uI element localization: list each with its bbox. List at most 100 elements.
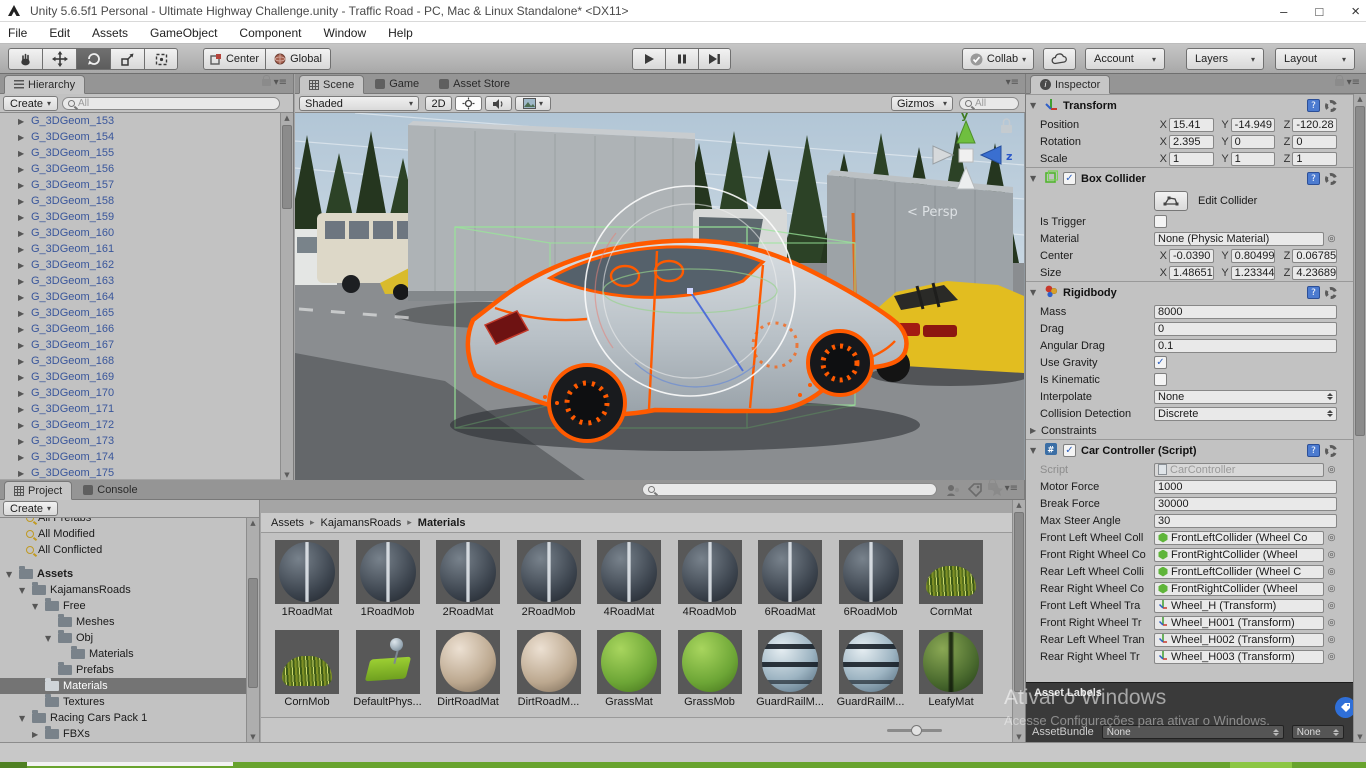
asset-material[interactable]: DefaultPhys... — [352, 630, 424, 708]
lock-icon[interactable] — [1335, 79, 1344, 86]
hierarchy-item[interactable]: ▶G_3DGeom_165 — [0, 305, 293, 321]
cloud-button[interactable] — [1043, 48, 1076, 70]
expand-arrow-icon[interactable]: ▶ — [18, 325, 27, 334]
text-field[interactable]: 0.1 — [1154, 339, 1337, 353]
edit-collider-button[interactable] — [1154, 191, 1188, 211]
expand-arrow-icon[interactable]: ▶ — [18, 245, 27, 254]
vector-field[interactable]: 1 — [1169, 152, 1214, 166]
object-picker-icon[interactable]: ◎ — [1326, 584, 1337, 594]
object-field[interactable]: None (Physic Material) — [1154, 232, 1324, 246]
vector-field[interactable]: 0 — [1292, 135, 1337, 149]
foldout-arrow-icon[interactable]: ▼ — [1030, 101, 1039, 110]
vector-field[interactable]: 0 — [1231, 135, 1276, 149]
2d-toggle-button[interactable]: 2D — [425, 96, 452, 111]
vector-field[interactable]: 0.80499 — [1231, 249, 1276, 263]
gizmos-dropdown[interactable]: Gizmos▾ — [891, 96, 953, 111]
tree-item-fbxs[interactable]: ▶FBXs — [0, 726, 259, 742]
object-picker-icon[interactable]: ◎ — [1326, 533, 1337, 543]
pause-button[interactable] — [665, 48, 698, 70]
object-picker-icon[interactable]: ◎ — [1326, 465, 1337, 475]
layout-dropdown[interactable]: Layout▾ — [1275, 48, 1355, 70]
object-field[interactable]: Wheel_H001 (Transform) — [1154, 616, 1324, 630]
play-button[interactable] — [632, 48, 665, 70]
perspective-label[interactable]: < Persp — [907, 205, 958, 220]
expand-arrow-icon[interactable]: ▶ — [18, 309, 27, 318]
hierarchy-item[interactable]: ▶G_3DGeom_162 — [0, 257, 293, 273]
scene-viewport[interactable]: y z < Persp — [295, 113, 1025, 480]
asset-material[interactable]: GrassMob — [674, 630, 746, 708]
expand-arrow-icon[interactable]: ▶ — [18, 341, 27, 350]
dropdown-field[interactable]: Discrete — [1154, 407, 1337, 421]
tab-inspector[interactable]: i Inspector — [1030, 75, 1110, 94]
expand-arrow-icon[interactable]: ▶ — [18, 197, 27, 206]
expand-arrow-icon[interactable]: ▶ — [32, 730, 41, 739]
hierarchy-item[interactable]: ▶G_3DGeom_168 — [0, 353, 293, 369]
gear-icon[interactable] — [1325, 173, 1337, 185]
gear-icon[interactable] — [1325, 287, 1337, 299]
asset-material[interactable]: 4RoadMat — [593, 540, 665, 618]
expand-arrow-icon[interactable]: ▼ — [6, 570, 15, 579]
hierarchy-item[interactable]: ▶G_3DGeom_158 — [0, 193, 293, 209]
tab-game[interactable]: Game — [366, 74, 428, 93]
favorite-filter-icon[interactable] — [990, 483, 1004, 497]
asset-material[interactable]: DirtRoadMat — [432, 630, 504, 708]
expand-arrow-icon[interactable]: ▶ — [18, 373, 27, 382]
help-icon[interactable]: ? — [1307, 286, 1320, 299]
breadcrumb-item[interactable]: KajamansRoads — [321, 517, 402, 529]
vector-field[interactable]: 2.395 — [1169, 135, 1214, 149]
tree-item-obj[interactable]: ▼Obj — [0, 630, 259, 646]
scene-search-input[interactable]: All — [959, 97, 1019, 110]
object-picker-icon[interactable]: ◎ — [1326, 234, 1337, 244]
expand-arrow-icon[interactable]: ▼ — [19, 586, 28, 595]
object-field[interactable]: FrontRightCollider (Wheel — [1154, 582, 1324, 596]
step-button[interactable] — [698, 48, 731, 70]
hierarchy-item[interactable]: ▶G_3DGeom_167 — [0, 337, 293, 353]
tree-item-textures[interactable]: Textures — [0, 694, 259, 710]
menu-edit[interactable]: Edit — [49, 26, 70, 40]
menu-window[interactable]: Window — [323, 26, 366, 40]
expand-arrow-icon[interactable]: ▶ — [18, 357, 27, 366]
minimize-button[interactable]: – — [1280, 4, 1287, 19]
effects-dropdown[interactable]: ▾ — [515, 96, 551, 111]
tree-item-free[interactable]: ▼Free — [0, 598, 259, 614]
object-picker-icon[interactable]: ◎ — [1326, 652, 1337, 662]
expand-arrow-icon[interactable]: ▶ — [18, 149, 27, 158]
checkbox[interactable] — [1154, 373, 1167, 386]
hand-tool-button[interactable] — [8, 48, 42, 70]
expand-arrow-icon[interactable]: ▶ — [18, 261, 27, 270]
asset-material[interactable]: CornMat — [915, 540, 987, 618]
inspector-scrollbar[interactable]: ▲ ▼ — [1353, 94, 1366, 742]
move-tool-button[interactable] — [42, 48, 76, 70]
tree-item-meshes[interactable]: Meshes — [0, 614, 259, 630]
hierarchy-item[interactable]: ▶G_3DGeom_169 — [0, 369, 293, 385]
hierarchy-item[interactable]: ▶G_3DGeom_161 — [0, 241, 293, 257]
hierarchy-create-button[interactable]: Create▾ — [3, 96, 58, 111]
tree-item-assets[interactable]: ▼Assets — [0, 566, 259, 582]
hierarchy-item[interactable]: ▶G_3DGeom_156 — [0, 161, 293, 177]
vector-field[interactable]: 1.48651 — [1169, 266, 1214, 280]
project-tree-scrollbar[interactable]: ▲ ▼ — [246, 518, 259, 742]
tab-console[interactable]: Console — [74, 480, 146, 499]
panel-menu-icon[interactable]: ▾≡ — [1005, 483, 1018, 494]
hierarchy-item[interactable]: ▶G_3DGeom_155 — [0, 145, 293, 161]
scale-tool-button[interactable] — [110, 48, 144, 70]
project-search-input[interactable] — [642, 483, 937, 496]
enabled-checkbox[interactable]: ✓ — [1063, 172, 1076, 185]
text-field[interactable]: 30000 — [1154, 497, 1337, 511]
gear-icon[interactable] — [1325, 445, 1337, 457]
layers-dropdown[interactable]: Layers▾ — [1186, 48, 1264, 70]
asset-material[interactable]: CornMob — [271, 630, 343, 708]
object-field[interactable]: FrontRightCollider (Wheel — [1154, 548, 1324, 562]
thumbnail-size-slider[interactable] — [887, 729, 942, 732]
assetbundle-variant-dropdown[interactable]: None — [1292, 725, 1344, 739]
vector-field[interactable]: 1.23344 — [1231, 266, 1276, 280]
tab-project[interactable]: Project — [4, 481, 72, 500]
vector-field[interactable]: -14.949 — [1231, 118, 1276, 132]
vector-field[interactable]: 0.06785 — [1292, 249, 1337, 263]
hierarchy-item[interactable]: ▶G_3DGeom_154 — [0, 129, 293, 145]
text-field[interactable]: 30 — [1154, 514, 1337, 528]
component-header-transform[interactable]: ▼Transform? — [1026, 94, 1353, 116]
object-picker-icon[interactable]: ◎ — [1326, 601, 1337, 611]
vector-field[interactable]: 15.41 — [1169, 118, 1214, 132]
component-header-box_collider[interactable]: ▼✓Box Collider? — [1026, 167, 1353, 189]
